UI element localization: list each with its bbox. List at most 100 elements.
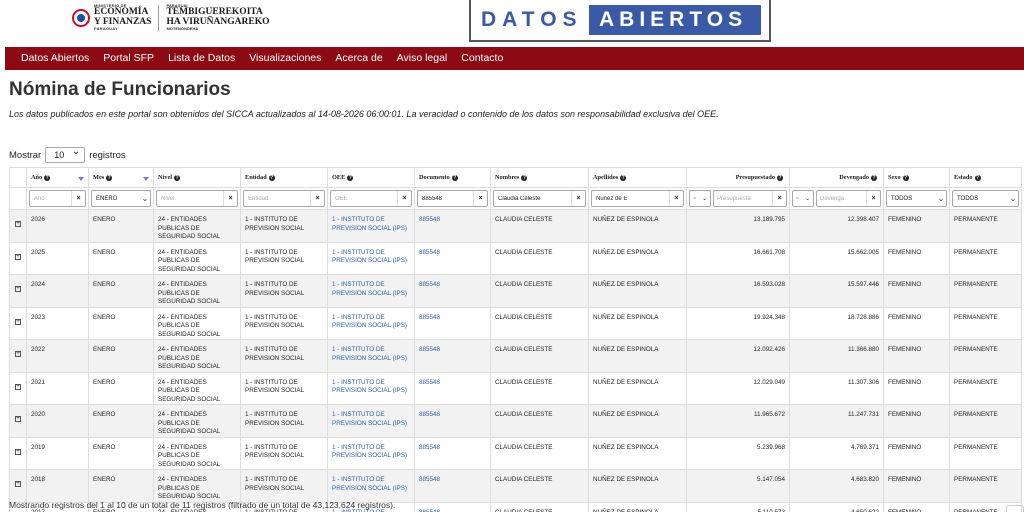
- table-row[interactable]: +2023 ENERO 24 - ENTIDADES PUBLICAS DE SEG…: [9, 306, 1022, 340]
- nav-visualizaciones[interactable]: Visualizaciones: [242, 47, 328, 70]
- cell-estado: PERMANENTE: [949, 371, 1022, 405]
- filter-entidad-input[interactable]: Entidad ×: [243, 190, 325, 207]
- expand-row-icon[interactable]: +: [15, 383, 21, 390]
- nav-lista-de-datos[interactable]: Lista de Datos: [161, 47, 242, 70]
- table-row[interactable]: +2019 ENERO 24 - ENTIDADES PUBLICAS DE SEG…: [9, 436, 1022, 470]
- clear-icon[interactable]: ×: [866, 191, 880, 206]
- datos-abiertos-banner[interactable]: DATOS ABIERTOS: [469, 0, 771, 42]
- scroll-top-button[interactable]: [1006, 505, 1024, 512]
- page-length-select[interactable]: 10: [45, 145, 86, 163]
- filter-oee-input[interactable]: OEE ×: [330, 190, 412, 207]
- cell-anio: 2020: [26, 404, 89, 438]
- cell-nivel: 24 - ENTIDADES PUBLICAS DE SEGURIDAD SOC…: [153, 241, 241, 275]
- cell-oee[interactable]: 1 - INSTITUTO DE PREVISION SOCIAL (IPS): [327, 469, 415, 503]
- filter-nivel-input[interactable]: Nivel ×: [156, 190, 238, 207]
- cell-documento[interactable]: 885548: [414, 241, 491, 275]
- cell-documento[interactable]: 885548: [414, 209, 491, 243]
- expand-row-icon[interactable]: +: [15, 416, 21, 422]
- table-row[interactable]: +2026 ENERO 24 - ENTIDADES PUBLICAS DE SEG…: [9, 209, 1022, 243]
- help-icon: ?: [174, 175, 180, 181]
- clear-icon[interactable]: ×: [310, 191, 324, 206]
- col-header-apellidos[interactable]: Apellidos?: [588, 167, 687, 188]
- filter-nombres-input[interactable]: Claudia Celeste ×: [493, 190, 586, 207]
- cell-entidad: 1 - INSTITUTO DE PREVISION SOCIAL: [240, 306, 328, 340]
- expand-row-icon[interactable]: +: [15, 448, 21, 455]
- cell-devengado: 11.307.306: [789, 371, 884, 405]
- table-row[interactable]: +2025 ENERO 24 - ENTIDADES PUBLICAS DE SEG…: [9, 241, 1022, 275]
- show-suffix: registros: [89, 149, 126, 161]
- filter-apellidos-input[interactable]: Nuñez de E ×: [591, 190, 684, 207]
- table-row[interactable]: +2024 ENERO 24 - ENTIDADES PUBLICAS DE SEG…: [9, 274, 1022, 308]
- filter-documento-input[interactable]: 885548 ×: [417, 190, 488, 207]
- table-row[interactable]: +2022 ENERO 24 - ENTIDADES PUBLICAS DE SEG…: [9, 339, 1022, 373]
- presupuestado-operator-select[interactable]: = ⌄: [689, 190, 711, 207]
- col-header-nivel[interactable]: Nivel?: [153, 167, 241, 188]
- cell-oee[interactable]: 1 - INSTITUTO DE PREVISION SOCIAL (IPS): [327, 404, 415, 438]
- cell-oee[interactable]: 1 - INSTITUTO DE PREVISION SOCIAL (IPS): [327, 274, 415, 308]
- cell-oee[interactable]: 1 - INSTITUTO DE PREVISION SOCIAL (IPS): [327, 371, 415, 405]
- cell-oee[interactable]: 1 - INSTITUTO DE PREVISION SOCIAL (IPS): [327, 209, 415, 243]
- filter-mes-select[interactable]: ENERO ⌄: [91, 190, 151, 207]
- clear-icon[interactable]: ×: [669, 191, 683, 206]
- col-header-anio[interactable]: Año?: [26, 167, 89, 188]
- expand-row-icon[interactable]: +: [15, 221, 21, 227]
- expand-row-icon[interactable]: +: [15, 286, 21, 292]
- col-header-entidad[interactable]: Entidad?: [240, 167, 328, 188]
- cell-oee[interactable]: 1 - INSTITUTO DE PREVISION SOCIAL (IPS): [327, 306, 415, 340]
- cell-nivel: 24 - ENTIDADES PUBLICAS DE SEGURIDAD SOC…: [153, 469, 241, 503]
- filter-sexo-select[interactable]: TODOS ⌄: [886, 190, 947, 207]
- expand-row-icon[interactable]: +: [15, 318, 21, 325]
- col-header-mes[interactable]: Mes?: [88, 167, 154, 188]
- cell-documento[interactable]: 885548: [414, 501, 491, 512]
- clear-icon[interactable]: ×: [71, 191, 85, 206]
- cell-devengado: 4.650.622: [789, 501, 884, 512]
- filter-estado-select[interactable]: TODOS ⌄: [952, 190, 1019, 207]
- clear-icon[interactable]: ×: [397, 191, 411, 206]
- cell-documento[interactable]: 885548: [414, 339, 491, 373]
- nav-aviso-legal[interactable]: Aviso legal: [390, 47, 455, 70]
- table-row[interactable]: +2021 ENERO 24 - ENTIDADES PUBLICAS DE SEG…: [9, 371, 1022, 405]
- filter-devengado-input[interactable]: Devenga ×: [816, 190, 881, 207]
- col-header-estado[interactable]: Estado?: [949, 167, 1022, 188]
- devengado-operator-select[interactable]: = ⌄: [792, 190, 814, 207]
- table-row[interactable]: +2020 ENERO 24 - ENTIDADES PUBLICAS DE SEG…: [9, 404, 1022, 438]
- nav-datos-abiertos[interactable]: Datos Abiertos: [5, 47, 96, 70]
- col-header-oee[interactable]: OEE?: [327, 167, 415, 188]
- col-header-sexo[interactable]: Sexo?: [883, 167, 950, 188]
- col-header-documento[interactable]: Documento?: [414, 167, 491, 188]
- expand-row-icon[interactable]: +: [15, 253, 21, 260]
- nav-portal-sfp[interactable]: Portal SFP: [96, 47, 161, 70]
- col-header-devengado[interactable]: Devengado?: [789, 167, 884, 188]
- filter-presupuestado-input[interactable]: Presupuesta ×: [713, 190, 787, 207]
- table-row[interactable]: +2018 ENERO 24 - ENTIDADES PUBLICAS DE SEG…: [9, 469, 1022, 503]
- clear-icon[interactable]: ×: [473, 191, 487, 206]
- cell-sexo: FEMENINO: [883, 501, 950, 512]
- expand-row-icon[interactable]: +: [15, 481, 21, 487]
- expand-col-header: [9, 167, 27, 188]
- col-header-nombres[interactable]: Nombres?: [490, 167, 589, 188]
- cell-nivel: 24 - ENTIDADES PUBLICAS DE SEGURIDAD SOC…: [153, 306, 241, 340]
- col-header-presupuestado[interactable]: Presupuestado?: [686, 167, 790, 188]
- cell-mes: ENERO: [88, 339, 154, 373]
- clear-icon[interactable]: ×: [571, 191, 585, 206]
- nav-contacto[interactable]: Contacto: [454, 47, 510, 70]
- cell-oee[interactable]: 1 - INSTITUTO DE PREVISION SOCIAL (IPS): [327, 241, 415, 275]
- cell-documento[interactable]: 885548: [414, 371, 491, 405]
- cell-documento[interactable]: 885548: [414, 404, 491, 438]
- expand-row-icon[interactable]: +: [15, 351, 21, 357]
- cell-devengado: 18.728.886: [789, 306, 884, 340]
- cell-oee[interactable]: 1 - INSTITUTO DE PREVISION SOCIAL (IPS): [327, 339, 415, 373]
- cell-documento[interactable]: 885548: [414, 436, 491, 470]
- clear-icon[interactable]: ×: [772, 191, 786, 206]
- cell-documento[interactable]: 885548: [414, 274, 491, 308]
- clear-icon[interactable]: ×: [223, 191, 237, 206]
- cell-documento[interactable]: 885548: [414, 469, 491, 503]
- cell-anio: 2024: [26, 274, 89, 308]
- filter-anio-input[interactable]: Año ×: [29, 190, 86, 207]
- cell-nombres: CLAUDIA CELESTE: [490, 436, 589, 470]
- nav-acerca-de[interactable]: Acerca de: [328, 47, 389, 70]
- cell-documento[interactable]: 885548: [414, 306, 491, 340]
- mef-logo[interactable]: MINISTERIO DE ECONOMÍA Y FINANZAS PARAGU…: [72, 4, 269, 31]
- cell-nombres: CLAUDIA CELESTE: [490, 469, 589, 503]
- cell-oee[interactable]: 1 - INSTITUTO DE PREVISION SOCIAL (IPS): [327, 436, 415, 470]
